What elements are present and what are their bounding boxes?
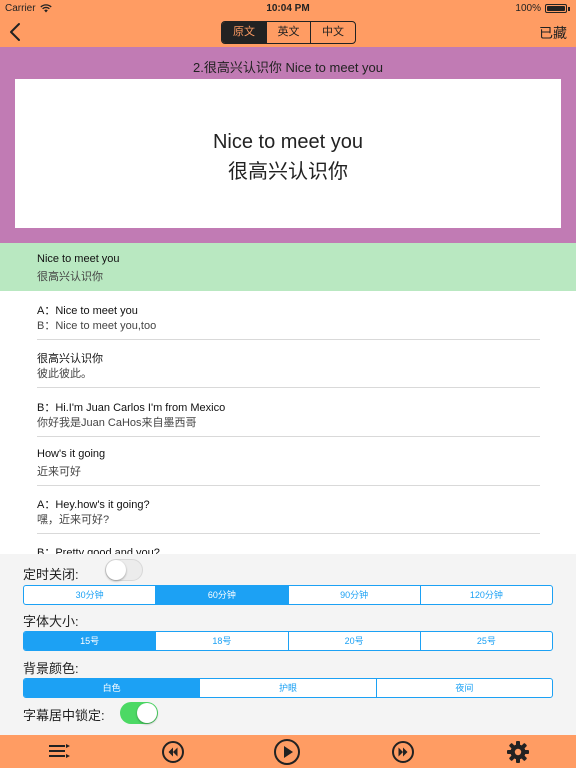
sentence-line-2: B：Nice to meet you,too [37,320,157,332]
list-item[interactable]: A：Nice to meet you B：Nice to meet you,to… [0,292,576,340]
sentence-line-2: 近来可好 [37,466,81,478]
sentence-line-1: A：Hey.how's it going? [37,499,150,511]
background-color-label: 背景颜色: [23,661,79,676]
sentence-line-1: B：Hi.I'm Juan Carlos I'm from Mexico [37,402,226,414]
sentence-line-1: B：Pretty good.and you? [37,547,160,554]
timer-options: 30分钟 60分钟 90分钟 120分钟 [23,585,553,605]
sentence-line-2: 彼此彼此。 [37,368,92,380]
lock-center-toggle[interactable] [120,702,158,724]
player-toolbar [0,735,576,768]
sentence-line-1: A：Nice to meet you [37,305,138,317]
sentence-line-1: Nice to meet you [37,253,120,265]
background-option-eye-care[interactable]: 护眼 [199,679,375,697]
settings-button[interactable] [504,738,532,766]
list-item[interactable]: How's it going 近来可好 [0,438,576,486]
timer-label: 定时关闭: [23,567,79,582]
playlist-button[interactable] [45,738,73,766]
lesson-title: 2.很高兴认识你 Nice to meet you [193,60,383,75]
tab-original[interactable]: 原文 [222,22,266,43]
font-size-option-18[interactable]: 18号 [155,632,287,650]
settings-gear-icon [507,741,529,763]
status-time: 10:04 PM [266,3,310,14]
previous-icon [162,741,184,763]
sentence-line-1: 很高兴认识你 [37,353,103,365]
font-size-options: 15号 18号 20号 25号 [23,631,553,651]
font-size-label: 字体大小: [23,614,79,629]
list-item[interactable]: A：Hey.how's it going? 嘿，近来可好? [0,486,576,534]
navigation-bar: 原文 英文 中文 已藏 [0,17,576,47]
card-chinese-text: 很高兴认识你 [228,161,348,183]
tab-chinese[interactable]: 中文 [310,22,355,43]
timer-option-30[interactable]: 30分钟 [24,586,155,604]
timer-option-90[interactable]: 90分钟 [287,586,420,604]
card-english-text: Nice to meet you [212,131,364,153]
previous-button[interactable] [159,738,187,766]
collected-button[interactable]: 已藏 [539,23,567,43]
background-option-white[interactable]: 白色 [24,679,200,697]
font-size-option-20[interactable]: 20号 [287,632,420,650]
list-item[interactable]: B：Pretty good.and you? [0,534,576,554]
sentence-line-1: How's it going [37,448,106,460]
next-button[interactable] [389,738,417,766]
toggle-knob [106,560,126,580]
battery-tip [568,6,570,11]
play-button[interactable] [273,738,301,766]
settings-panel: 定时关闭: 30分钟 60分钟 90分钟 120分钟 字体大小: 15号 18号… [0,554,576,735]
lock-center-label: 字幕居中锁定: [23,708,105,723]
background-color-options: 白色 护眼 夜间 [23,678,553,698]
timer-option-120[interactable]: 120分钟 [419,586,552,604]
play-icon [274,739,300,765]
lesson-header-panel: 2.很高兴认识你 Nice to meet you Nice to meet y… [0,47,576,243]
tab-english[interactable]: 英文 [266,22,310,43]
battery-percent: 100% [515,3,541,14]
list-item[interactable]: B：Hi.I'm Juan Carlos I'm from Mexico 你好我… [0,389,576,437]
font-size-option-25[interactable]: 25号 [419,632,552,650]
next-icon [392,741,414,763]
battery-icon [545,4,567,13]
list-item[interactable]: Nice to meet you 很高兴认识你 [0,243,576,291]
background-option-night[interactable]: 夜间 [375,679,552,697]
sentence-line-2: 嘿，近来可好? [37,514,110,526]
chevron-left-icon [10,23,20,41]
current-sentence-card: Nice to meet you 很高兴认识你 [15,79,561,228]
sentence-line-2: 你好我是Juan CaHos来自墨西哥 [37,417,197,429]
toggle-knob [137,703,157,723]
status-bar: Carrier 10:04 PM 100% [0,0,576,17]
sentence-list[interactable]: Nice to meet you 很高兴认识你 A：Nice to meet y… [0,243,576,554]
font-size-option-15[interactable]: 15号 [24,632,156,650]
timer-toggle[interactable] [105,559,143,581]
row-divider [37,436,540,437]
text-mode-segmented-control: 原文 英文 中文 [221,21,356,44]
status-right: 100% [515,3,570,14]
sentence-line-2: 很高兴认识你 [37,271,103,283]
playlist-icon [49,744,70,758]
back-button[interactable] [6,20,26,44]
list-item[interactable]: 很高兴认识你 彼此彼此。 [0,340,576,388]
timer-option-60[interactable]: 60分钟 [155,586,288,604]
row-divider [37,387,540,388]
